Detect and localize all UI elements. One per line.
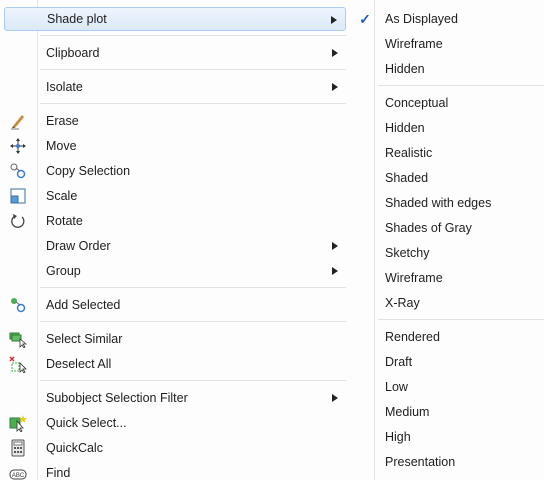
menu-item-group[interactable]: Group (4, 259, 346, 283)
menu-item-label: Rotate (46, 214, 83, 228)
separator (40, 69, 346, 70)
menu-item-label: Subobject Selection Filter (46, 391, 188, 405)
context-menu: Shade plot Clipboard Isolate Erase Move … (0, 0, 351, 480)
menu-item-label: Add Selected (46, 298, 121, 312)
add-selected-icon (9, 296, 27, 314)
menu-item-label: Clipboard (46, 46, 100, 60)
submenu-item-label: Shaded (385, 171, 429, 185)
submenu-item-hidden[interactable]: Hidden (353, 57, 541, 81)
submenu-item-rendered[interactable]: Rendered (353, 325, 541, 349)
submenu-item-label: As Displayed (385, 12, 458, 26)
separator (378, 85, 544, 86)
separator (40, 380, 346, 381)
menu-item-clipboard[interactable]: Clipboard (4, 41, 346, 65)
separator (40, 321, 346, 322)
submenu-item-label: Sketchy (385, 246, 430, 260)
submenu-item-label: Shades of Gray (385, 221, 472, 235)
submenu-arrow-icon (331, 8, 337, 32)
submenu-item-label: Hidden (385, 121, 425, 135)
submenu-item-label: Shaded with edges (385, 196, 492, 210)
scale-icon (9, 187, 27, 205)
quick-select-icon (9, 414, 27, 432)
submenu-arrow-icon (332, 259, 338, 283)
menu-item-label: Scale (46, 189, 78, 203)
menu-item-deselect-all[interactable]: Deselect All (4, 352, 346, 376)
submenu-item-sketchy[interactable]: Sketchy (353, 241, 541, 265)
submenu-item-low[interactable]: Low (353, 375, 541, 399)
menu-item-draw-order[interactable]: Draw Order (4, 234, 346, 258)
submenu-item-x-ray[interactable]: X-Ray (353, 291, 541, 315)
find-icon: ABC (9, 464, 27, 482)
menu-item-subobject-selection-filter[interactable]: Subobject Selection Filter (4, 386, 346, 410)
submenu-arrow-icon (332, 75, 338, 99)
menu-item-add-selected[interactable]: Add Selected (4, 293, 346, 317)
separator (40, 103, 346, 104)
checkmark-icon: ✓ (359, 10, 371, 27)
submenu-arrow-icon (332, 41, 338, 65)
submenu-item-label: Conceptual (385, 96, 449, 110)
submenu-item-conceptual[interactable]: Conceptual (353, 91, 541, 115)
menu-item-find[interactable]: ABC Find (4, 461, 346, 485)
submenu-item-label: Realistic (385, 146, 433, 160)
menu-item-copy-selection[interactable]: Copy Selection (4, 159, 346, 183)
submenu-item-wireframe-visual-style[interactable]: Wireframe (353, 266, 541, 290)
menu-item-shade-plot[interactable]: Shade plot (4, 7, 346, 31)
menu-item-label: Group (46, 264, 81, 278)
submenu-item-as-displayed[interactable]: ✓ As Displayed (353, 7, 541, 31)
submenu-item-hidden-visual-style[interactable]: Hidden (353, 116, 541, 140)
menu-item-scale[interactable]: Scale (4, 184, 346, 208)
submenu-item-shades-of-gray[interactable]: Shades of Gray (353, 216, 541, 240)
shade-plot-submenu: ✓ As Displayed Wireframe Hidden Conceptu… (350, 0, 544, 480)
separator (40, 35, 346, 36)
submenu-item-label: Rendered (385, 330, 440, 344)
submenu-item-medium[interactable]: Medium (353, 400, 541, 424)
copy-icon (9, 162, 27, 180)
menu-item-label: Draw Order (46, 239, 111, 253)
submenu-item-realistic[interactable]: Realistic (353, 141, 541, 165)
submenu-item-draft[interactable]: Draft (353, 350, 541, 374)
submenu-arrow-icon (332, 386, 338, 410)
menu-item-move[interactable]: Move (4, 134, 346, 158)
menu-item-quickcalc[interactable]: QuickCalc (4, 436, 346, 460)
submenu-item-high[interactable]: High (353, 425, 541, 449)
eraser-icon (9, 112, 27, 130)
submenu-arrow-icon (332, 234, 338, 258)
submenu-item-label: Medium (385, 405, 430, 419)
submenu-item-wireframe[interactable]: Wireframe (353, 32, 541, 56)
menu-item-erase[interactable]: Erase (4, 109, 346, 133)
menu-item-quick-select[interactable]: Quick Select... (4, 411, 346, 435)
submenu-item-label: Presentation (385, 455, 456, 469)
menu-item-label: Find (46, 466, 71, 480)
menu-item-rotate[interactable]: Rotate (4, 209, 346, 233)
menu-item-label: Shade plot (47, 12, 107, 26)
menu-item-label: Erase (46, 114, 79, 128)
menu-item-label: QuickCalc (46, 441, 103, 455)
deselect-all-icon (9, 355, 27, 373)
menu-item-label: Quick Select... (46, 416, 127, 430)
submenu-item-label: Hidden (385, 62, 425, 76)
submenu-item-shaded-with-edges[interactable]: Shaded with edges (353, 191, 541, 215)
submenu-item-presentation[interactable]: Presentation (353, 450, 541, 474)
svg-text:ABC: ABC (12, 473, 25, 479)
submenu-item-label: Low (385, 380, 408, 394)
menu-item-label: Deselect All (46, 357, 112, 371)
submenu-item-label: High (385, 430, 411, 444)
menu-item-select-similar[interactable]: Select Similar (4, 327, 346, 351)
move-icon (9, 137, 27, 155)
submenu-item-label: Draft (385, 355, 413, 369)
separator (40, 287, 346, 288)
submenu-item-label: Wireframe (385, 271, 443, 285)
submenu-item-label: Wireframe (385, 37, 443, 51)
menu-item-label: Move (46, 139, 77, 153)
menu-item-label: Select Similar (46, 332, 123, 346)
select-similar-icon (9, 330, 27, 348)
submenu-item-shaded[interactable]: Shaded (353, 166, 541, 190)
menu-item-isolate[interactable]: Isolate (4, 75, 346, 99)
rotate-icon (9, 212, 27, 230)
submenu-item-label: X-Ray (385, 296, 420, 310)
separator (378, 319, 544, 320)
menu-item-label: Copy Selection (46, 164, 131, 178)
menu-item-label: Isolate (46, 80, 83, 94)
calculator-icon (9, 439, 27, 457)
